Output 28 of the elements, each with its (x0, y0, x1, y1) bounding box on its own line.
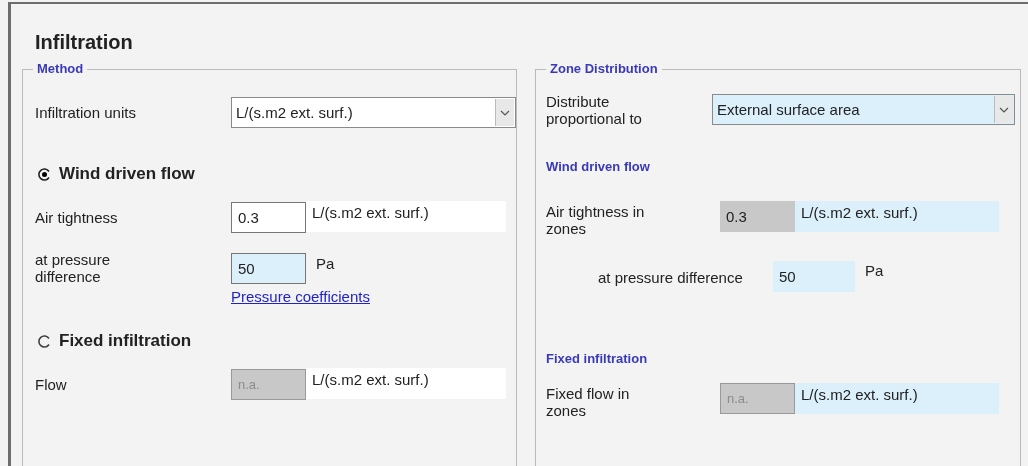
section-heading: Wind driven flow (546, 159, 650, 175)
chevron-down-icon (500, 109, 510, 116)
field-label: at pressure difference (35, 251, 112, 285)
field-label: Air tightness in zones (546, 202, 646, 237)
unit-label: L/(s.m2 ext. surf.) (306, 201, 506, 232)
field-label: Air tightness (35, 208, 119, 226)
value-field[interactable]: 50 (231, 252, 306, 284)
chevron-down-icon (999, 106, 1009, 113)
radio-option[interactable]: Wind driven flow (35, 164, 195, 184)
unit-label: Pa (864, 261, 885, 281)
panel-title: Infiltration (34, 30, 133, 54)
field-label: Distribute proportional to (546, 92, 643, 127)
units-dropdown[interactable]: L/(s.m2 ext. surf.) (231, 97, 516, 128)
radio-option[interactable]: Fixed infiltration (35, 331, 192, 351)
field-label: Fixed flow in zones (546, 384, 631, 419)
section-heading: Fixed infiltration (546, 351, 648, 367)
distribution-dropdown[interactable]: External surface area (712, 94, 1015, 125)
unit-label: L/(s.m2 ext. surf.) (795, 383, 999, 414)
value-field[interactable]: 0.3 (720, 201, 795, 232)
unit-label: Pa (315, 254, 336, 274)
field-label: Infiltration units (35, 104, 137, 121)
unit-label: L/(s.m2 ext. surf.) (795, 201, 999, 232)
field-label: at pressure difference (597, 267, 744, 286)
value-field[interactable]: 0.3 (231, 201, 306, 233)
value-field[interactable]: 50 (773, 260, 855, 292)
field-label: Flow (35, 375, 68, 393)
unit-label: L/(s.m2 ext. surf.) (306, 368, 506, 399)
pressure-coefficients-link[interactable]: Pressure coefficients (231, 288, 370, 305)
